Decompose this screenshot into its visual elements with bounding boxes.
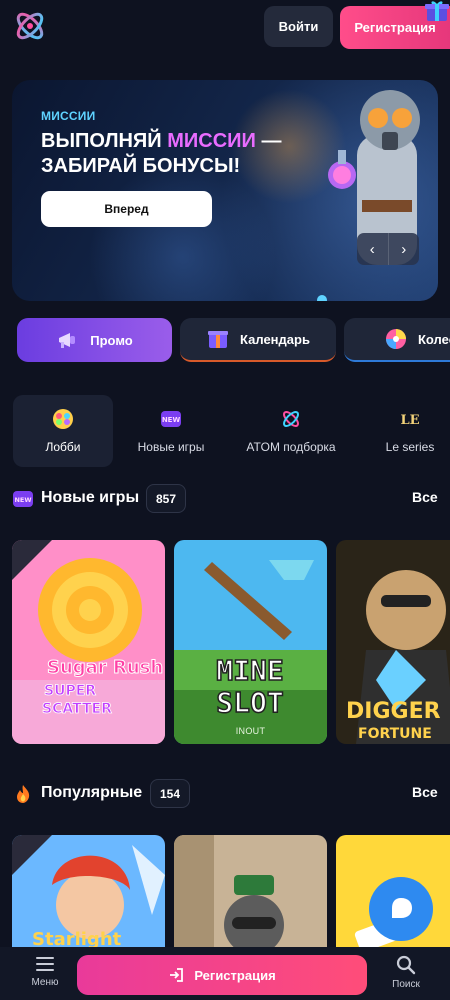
game-card-digger-fortune[interactable]: DIGGER FORTUNE <box>336 540 450 744</box>
chip-wheel[interactable]: Колесо <box>344 318 450 362</box>
chevron-left-icon[interactable]: ‹ <box>357 233 388 265</box>
banner-cta-button[interactable]: Вперед <box>41 191 212 227</box>
banner-title: ВЫПОЛНЯЙ МИССИИ — ЗАБИРАЙ БОНУСЫ! <box>41 129 311 179</box>
tab-atom-picks[interactable]: ATOM подборка <box>232 395 350 467</box>
banner-kicker: МИССИИ <box>41 109 96 123</box>
gift-box-icon[interactable] <box>424 0 450 22</box>
new-badge-icon: NEW <box>161 411 181 427</box>
support-chat-button[interactable] <box>369 877 433 941</box>
svg-text:NEW: NEW <box>162 416 181 424</box>
new-badge-icon: NEW <box>13 491 33 507</box>
banner-character-illustration <box>317 90 420 301</box>
atom-logo-icon[interactable] <box>12 8 48 44</box>
wheel-icon <box>386 329 406 349</box>
svg-text:SUPER: SUPER <box>44 683 96 699</box>
game-provider-label: INOUT <box>235 726 266 736</box>
lobby-icon <box>53 409 73 429</box>
svg-text:SCATTER: SCATTER <box>42 701 112 717</box>
game-card-mine-slot[interactable]: MINE SLOT INOUT <box>174 540 327 744</box>
tab-lobby-label: Лобби <box>45 440 81 454</box>
login-button[interactable]: Войти <box>264 6 333 47</box>
tab-le-series[interactable]: LE Le series <box>362 395 450 467</box>
svg-text:DIGGER: DIGGER <box>346 699 441 724</box>
chat-bubble-icon <box>392 898 412 918</box>
chevron-right-icon[interactable]: › <box>387 233 420 265</box>
atom-icon <box>283 411 299 427</box>
game-art-sugar-rush: Sugar Rush SUPER SCATTER <box>12 540 165 744</box>
svg-text:MINE: MINE <box>216 654 283 687</box>
svg-text:Starlight: Starlight <box>32 929 122 947</box>
tab-new-games-label: Новые игры <box>137 440 205 454</box>
game-art-starlight: Starlight <box>12 835 165 947</box>
search-icon <box>396 955 416 975</box>
section-popular-title: Популярные <box>41 784 143 801</box>
svg-text:Sugar Rush: Sugar Rush <box>47 657 163 678</box>
top-header: Войти Регистрация <box>0 0 450 56</box>
chip-wheel-label: Колесо <box>418 331 450 347</box>
tab-lobby[interactable]: Лобби <box>13 395 113 467</box>
section-new-games-all-link[interactable]: Все <box>412 489 438 505</box>
game-card-raccoon[interactable] <box>174 835 327 947</box>
le-icon: LE <box>400 413 419 428</box>
register-button-bottom-label: Регистрация <box>194 967 276 983</box>
chip-promo-label: Промо <box>90 332 133 348</box>
svg-text:SLOT: SLOT <box>216 686 283 719</box>
quick-links-row: Промо Календарь Колесо <box>0 318 450 364</box>
chip-calendar[interactable]: Календарь <box>180 318 336 362</box>
section-new-games-count: 857 <box>146 484 186 513</box>
section-popular-all-link[interactable]: Все <box>412 784 438 800</box>
bottom-tab-menu-label: Меню <box>31 977 59 988</box>
register-button-bottom[interactable]: Регистрация <box>77 955 367 995</box>
bottom-tab-search-label: Поиск <box>392 979 420 990</box>
banner-carousel-nav: ‹ › <box>357 233 419 265</box>
svg-text:LE: LE <box>400 413 419 428</box>
svg-text:FORTUNE: FORTUNE <box>358 726 432 742</box>
tab-atom-picks-label: ATOM подборка <box>246 440 336 454</box>
section-popular-header: Популярные 154 Все <box>0 779 450 809</box>
tab-new-games[interactable]: NEW Новые игры <box>121 395 221 467</box>
banner-title-part1: ВЫПОЛНЯЙ <box>41 130 168 152</box>
bottom-tab-menu[interactable]: Меню <box>28 955 62 995</box>
section-new-games-title: Новые игры <box>41 489 140 506</box>
new-games-carousel: Sugar Rush SUPER SCATTER MINE SLOT INOUT… <box>0 540 450 744</box>
chip-calendar-label: Календарь <box>240 331 310 347</box>
game-art-mine-slot: MINE SLOT <box>174 540 327 744</box>
category-tabs: Лобби NEW Новые игры ATOM подборка LE Le… <box>0 395 450 467</box>
banner-title-accent: МИССИИ <box>167 130 256 152</box>
game-card-sugar-rush[interactable]: Sugar Rush SUPER SCATTER <box>12 540 165 744</box>
tab-le-series-label: Le series <box>385 440 435 454</box>
chip-promo[interactable]: Промо <box>17 318 172 362</box>
megaphone-icon <box>59 333 76 348</box>
promo-banner[interactable]: МИССИИ ВЫПОЛНЯЙ МИССИИ — ЗАБИРАЙ БОНУСЫ!… <box>12 80 438 301</box>
game-card-starlight[interactable]: Starlight <box>12 835 165 947</box>
section-new-games-header: NEW Новые игры 857 Все <box>0 484 450 514</box>
sign-in-arrow-icon <box>170 968 184 982</box>
game-art-raccoon <box>174 835 327 947</box>
game-art-digger-fortune: DIGGER FORTUNE <box>336 540 450 744</box>
fire-icon <box>17 785 30 803</box>
bottom-navigation: Меню Регистрация Поиск <box>0 947 450 1000</box>
hamburger-menu-icon <box>36 957 54 971</box>
section-popular-count: 154 <box>150 779 190 808</box>
bottom-tab-search[interactable]: Поиск <box>388 955 424 995</box>
svg-text:NEW: NEW <box>14 496 31 504</box>
calendar-gift-icon <box>208 331 229 348</box>
